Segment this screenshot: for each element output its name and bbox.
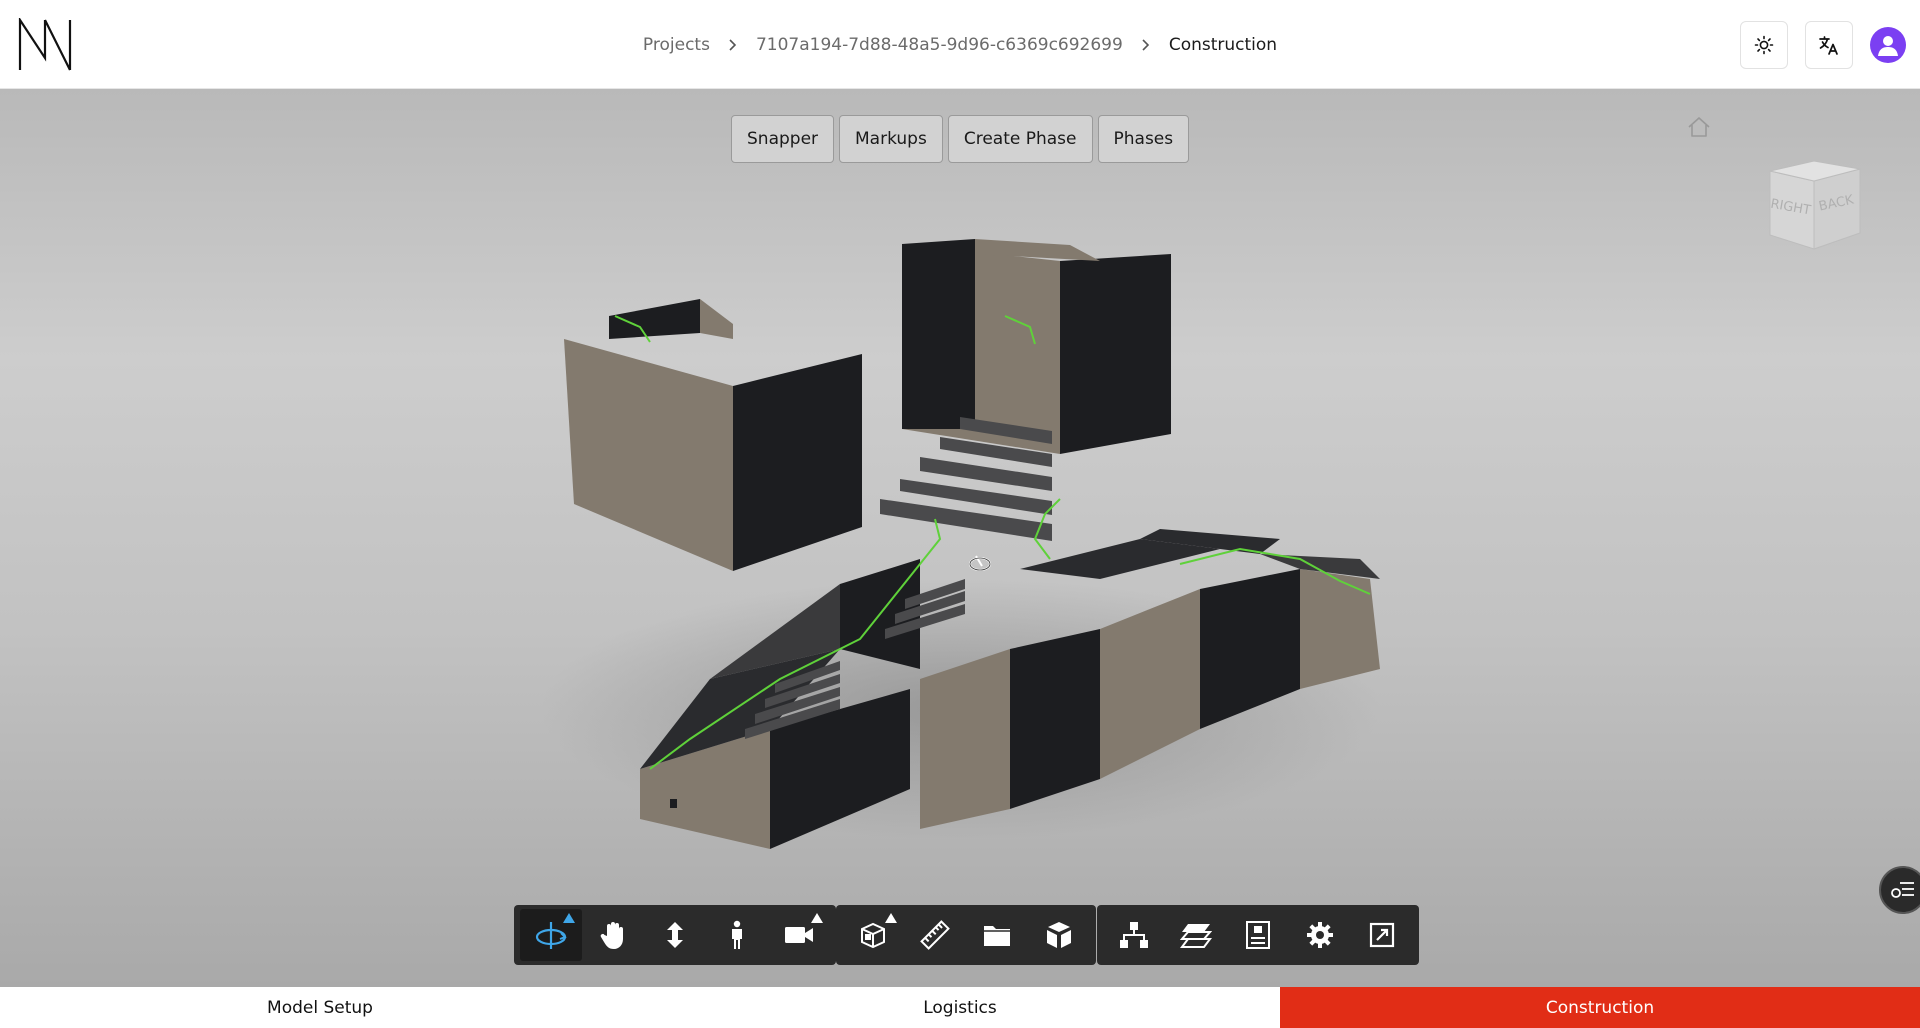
translate-icon	[1819, 36, 1838, 55]
create-phase-button[interactable]: Create Phase	[947, 115, 1093, 163]
layers-icon	[1180, 924, 1212, 948]
navigation-toolbar	[514, 905, 836, 965]
chevron-right-icon	[728, 38, 738, 52]
properties-icon	[1246, 921, 1270, 949]
layers-button[interactable]	[1165, 909, 1227, 961]
pan-tool-button[interactable]	[582, 909, 644, 961]
snapper-button[interactable]: Snapper	[731, 115, 835, 163]
model-tools-toolbar	[836, 905, 1096, 965]
breadcrumb-current: Construction	[1168, 34, 1278, 55]
properties-button[interactable]	[1227, 909, 1289, 961]
measure-button[interactable]	[904, 909, 966, 961]
language-button[interactable]	[1805, 21, 1853, 69]
model-tree-button[interactable]	[1103, 909, 1165, 961]
user-icon	[1878, 36, 1898, 56]
zoom-tool-button[interactable]	[644, 909, 706, 961]
pan-hand-icon	[600, 922, 623, 949]
walk-tool-button[interactable]	[706, 909, 768, 961]
camera-icon	[785, 927, 813, 943]
home-icon[interactable]	[1686, 114, 1712, 140]
model-viewport[interactable]: Snapper Markups Create Phase Phases RIGH…	[0, 89, 1920, 987]
submenu-indicator-icon	[563, 913, 575, 923]
viewer-top-tools: Snapper Markups Create Phase Phases	[731, 115, 1190, 163]
section-box-icon	[861, 922, 885, 949]
breadcrumb: Projects 7107a194-7d88-48a5-9d96-c6369c6…	[0, 0, 1920, 89]
settings-toolbar	[1097, 905, 1419, 965]
chevron-right-icon	[1141, 38, 1151, 52]
construction-model[interactable]	[540, 209, 1420, 859]
first-person-icon	[732, 920, 742, 949]
explode-button[interactable]	[1028, 909, 1090, 961]
fullscreen-icon	[1369, 922, 1395, 948]
section-box-button[interactable]	[842, 909, 904, 961]
model-block-left-upper	[564, 299, 862, 571]
model-block-lower	[640, 518, 1380, 849]
fullscreen-button[interactable]	[1351, 909, 1413, 961]
theme-toggle-button[interactable]	[1740, 21, 1788, 69]
breadcrumb-projects[interactable]: Projects	[643, 35, 710, 55]
model-tree-icon	[1120, 922, 1148, 948]
phases-button[interactable]: Phases	[1097, 115, 1190, 163]
workspace-tabs: Model Setup Logistics Construction	[0, 987, 1920, 1028]
view-cube[interactable]: RIGHT BACK	[1764, 153, 1868, 257]
folder-icon	[984, 926, 1010, 946]
camera-tool-button[interactable]	[768, 909, 830, 961]
tab-model-setup[interactable]: Model Setup	[0, 987, 640, 1028]
orbit-tool-button[interactable]	[520, 909, 582, 961]
submenu-indicator-icon	[811, 913, 823, 923]
tab-construction[interactable]: Construction	[1280, 987, 1920, 1028]
markups-button[interactable]: Markups	[839, 115, 943, 163]
explode-model-icon	[1047, 922, 1071, 948]
breadcrumb-project-id[interactable]: 7107a194-7d88-48a5-9d96-c6369c692699	[756, 35, 1123, 55]
files-button[interactable]	[966, 909, 1028, 961]
user-avatar[interactable]	[1870, 27, 1906, 63]
settings-gear-icon	[1307, 922, 1333, 948]
model-block-right-upper	[880, 239, 1171, 560]
side-panel-toggle[interactable]	[1879, 866, 1920, 914]
tab-logistics[interactable]: Logistics	[640, 987, 1280, 1028]
app-header: Projects 7107a194-7d88-48a5-9d96-c6369c6…	[0, 0, 1920, 89]
orbit-icon	[535, 922, 567, 949]
list-settings-icon	[1891, 882, 1914, 898]
settings-button[interactable]	[1289, 909, 1351, 961]
orbit-cursor-icon	[969, 555, 991, 571]
sun-icon	[1754, 35, 1774, 55]
zoom-vertical-icon	[667, 922, 683, 948]
measure-ruler-icon	[920, 920, 950, 950]
submenu-indicator-icon	[885, 913, 897, 923]
